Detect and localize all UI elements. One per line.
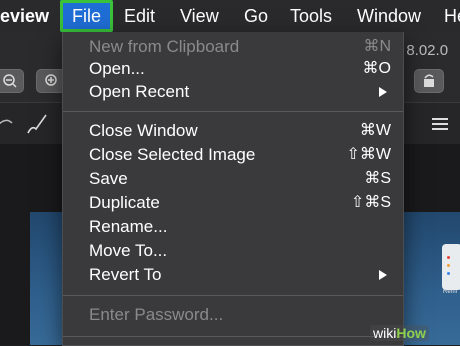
wikihow-watermark: wikiHow bbox=[370, 325, 429, 341]
menu-item-label: Duplicate bbox=[89, 193, 160, 212]
menu-item-close-selected-image[interactable]: Close Selected Image ⇧⌘W bbox=[63, 143, 403, 167]
menu-bar: eview File Edit View Go Tools Window He bbox=[0, 0, 460, 32]
menu-item-duplicate[interactable]: Duplicate ⇧⌘S bbox=[63, 191, 403, 215]
menu-item-rename[interactable]: Rename... bbox=[63, 215, 403, 239]
menu-item-close-window[interactable]: Close Window ⌘W bbox=[63, 119, 403, 143]
menu-separator bbox=[63, 111, 403, 112]
blue-dot-icon bbox=[447, 272, 450, 275]
menu-item-label: Open... bbox=[89, 59, 145, 78]
menu-item-label: Move To... bbox=[89, 241, 168, 260]
menu-item-label: Close Selected Image bbox=[89, 145, 256, 164]
reminders-app-icon[interactable] bbox=[442, 244, 460, 290]
text-style-icon[interactable] bbox=[430, 115, 456, 135]
zoom-in-icon bbox=[45, 74, 57, 86]
menu-item-label: Revert To bbox=[89, 265, 162, 284]
menu-item-open[interactable]: Open... ⌘O bbox=[63, 57, 403, 81]
red-dot-icon bbox=[447, 256, 450, 259]
orange-dot-icon bbox=[447, 264, 450, 267]
rotate-icon bbox=[424, 74, 434, 87]
menu-help[interactable]: He bbox=[444, 0, 460, 32]
watermark-prefix: wiki bbox=[373, 325, 397, 341]
window-title: t 8.02.0 bbox=[398, 42, 449, 59]
menu-item-label: Rename... bbox=[89, 217, 168, 236]
menu-item-label: Enter Password... bbox=[89, 305, 224, 324]
dock-app-label: Remi bbox=[443, 289, 458, 295]
menu-item-label: Close Window bbox=[89, 121, 198, 140]
menu-item-revert-to[interactable]: Revert To bbox=[63, 263, 403, 287]
menu-item-shortcut: ⇧⌘W bbox=[346, 146, 391, 163]
menu-item-shortcut: ⌘S bbox=[364, 170, 391, 187]
submenu-arrow-icon bbox=[379, 87, 387, 97]
file-menu-dropdown: New from Clipboard ⌘N Open... ⌘O Open Re… bbox=[62, 32, 404, 346]
menu-go[interactable]: Go bbox=[244, 0, 268, 32]
menu-item-shortcut: ⇧⌘S bbox=[350, 194, 391, 211]
zoom-out-icon bbox=[3, 74, 17, 88]
menu-separator bbox=[63, 295, 403, 296]
menu-item-shortcut: ⌘O bbox=[362, 60, 391, 77]
app-menu-preview[interactable]: eview bbox=[0, 0, 49, 32]
menu-window[interactable]: Window bbox=[357, 0, 421, 32]
menu-item-shortcut: ⌘W bbox=[359, 122, 391, 139]
menu-item-move-to[interactable]: Move To... bbox=[63, 239, 403, 263]
menu-file[interactable]: File bbox=[60, 0, 114, 32]
menu-view[interactable]: View bbox=[180, 0, 219, 32]
watermark-suffix: How bbox=[396, 325, 426, 341]
menu-separator bbox=[63, 336, 403, 337]
rotate-button[interactable] bbox=[414, 69, 444, 93]
lasso-icon[interactable] bbox=[0, 115, 16, 135]
menu-item-save[interactable]: Save ⌘S bbox=[63, 167, 403, 191]
zoom-out-button[interactable] bbox=[0, 69, 24, 93]
menu-item-label: Save bbox=[89, 169, 128, 188]
menu-item-open-recent[interactable]: Open Recent bbox=[63, 80, 403, 104]
menu-item-shortcut: ⌘N bbox=[363, 38, 391, 55]
menu-edit[interactable]: Edit bbox=[124, 0, 155, 32]
menu-item-new-from-clipboard: New from Clipboard ⌘N bbox=[63, 35, 403, 59]
menu-item-label: New from Clipboard bbox=[89, 37, 240, 56]
sketch-pen-icon[interactable] bbox=[24, 111, 50, 137]
menu-tools[interactable]: Tools bbox=[290, 0, 332, 32]
submenu-arrow-icon bbox=[379, 270, 387, 280]
menu-item-label: Open Recent bbox=[89, 82, 190, 101]
menu-item-enter-password: Enter Password... bbox=[63, 303, 403, 327]
